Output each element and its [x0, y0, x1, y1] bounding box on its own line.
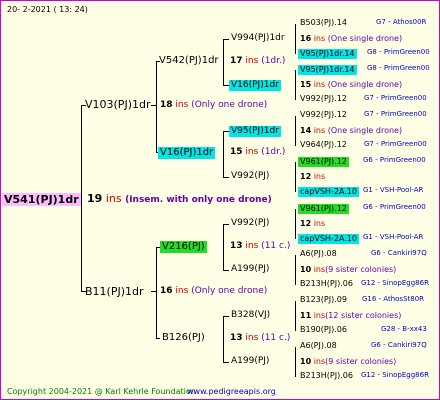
queen-id[interactable]: B213H(PJ).06 — [300, 280, 353, 288]
queen-id[interactable]: capVSH-2A.10 — [298, 187, 359, 197]
queen-id[interactable]: A199(PJ) — [231, 265, 269, 274]
queen-id[interactable]: capVSH-2A.10 — [298, 234, 359, 244]
website-link[interactable]: www.pedigreeapis.org — [187, 388, 276, 396]
tree-line — [223, 316, 229, 317]
breeder-source: G12 - SinopEgg86R — [361, 371, 429, 379]
breeder-source: G7 - Athos00R — [376, 18, 427, 26]
insemination-info: 12 ins — [300, 172, 326, 181]
breeder-source: G8 - PrimGreen00 — [367, 64, 430, 72]
breeder-source: G6 - PrimGreen00 — [363, 156, 426, 164]
breeder-source: G28 - B-xx43 — [381, 325, 427, 333]
insemination-info: 10 ins(9 sister colonies) — [300, 357, 397, 366]
pedigree-page: 20- 2-2021 ( 13: 24) Copyright 2004-2021… — [0, 0, 440, 400]
breeder-source: G12 - SinopEgg86R — [361, 279, 429, 287]
breeder-source: G8 - PrimGreen00 — [367, 48, 430, 56]
queen-id[interactable]: B503(PJ).14 — [300, 19, 347, 27]
insemination-info: 10 ins(9 sister colonies) — [300, 265, 397, 274]
queen-id[interactable]: A6(PJ).08 — [300, 342, 337, 350]
tree-line — [156, 338, 160, 339]
queen-id[interactable]: B190(PJ).06 — [300, 326, 347, 334]
breeder-source: G6 - Cankiri97Q — [371, 249, 427, 257]
root-queen-id[interactable]: V541(PJ)1dr — [2, 193, 81, 206]
insemination-info: 16 ins (Only one drone) — [160, 286, 268, 296]
print-date: 20- 2-2021 ( 13: 24) — [7, 5, 88, 14]
tree-line — [295, 116, 296, 146]
insemination-info: 18 ins (Only one drone) — [160, 100, 268, 110]
tree-line — [295, 162, 296, 192]
tree-line — [223, 270, 229, 271]
insemination-info: 12 ins — [300, 219, 326, 228]
queen-id[interactable]: V542(PJ)1dr — [159, 56, 219, 66]
queen-id[interactable]: B213H(PJ).06 — [300, 372, 353, 380]
queen-id[interactable]: V16(PJ)1dr — [158, 147, 216, 159]
tree-line — [223, 39, 224, 85]
tree-line — [295, 255, 296, 285]
queen-id[interactable]: B11(PJ)1dr — [85, 286, 144, 297]
insemination-info: 15 ins (1dr.) — [230, 147, 286, 157]
tree-line — [223, 224, 224, 270]
breeder-source: G6 - PrimGreen00 — [363, 203, 426, 211]
queen-id[interactable]: V992(PJ).12 — [300, 111, 347, 119]
tree-line — [151, 105, 156, 106]
tree-line — [223, 224, 229, 225]
queen-id[interactable]: V103(PJ)1dr — [85, 99, 150, 110]
queen-id[interactable]: B328(VJ) — [231, 311, 270, 320]
tree-line — [295, 301, 296, 331]
tree-line — [223, 362, 229, 363]
tree-line — [223, 177, 229, 178]
queen-id[interactable]: V216(PJ) — [160, 241, 207, 253]
queen-id[interactable]: B126(PJ) — [162, 333, 205, 343]
queen-id[interactable]: V16(PJ)1dr — [229, 80, 281, 91]
ins-label: ins — [105, 192, 122, 205]
breeder-source: G1 - VSH-Pool-AR — [363, 233, 424, 241]
insemination-info: 16 ins (One single drone) — [300, 34, 403, 43]
queen-id[interactable]: V95(PJ)1dr.14 — [298, 65, 357, 75]
tree-line — [223, 131, 224, 177]
queen-id[interactable]: V95(PJ)1dr.14 — [298, 49, 357, 59]
queen-id[interactable]: V961(PJ).12 — [298, 157, 349, 167]
insemination-info: 17 ins (1dr.) — [230, 56, 286, 66]
tree-line — [295, 209, 296, 239]
breeder-source: G7 - PrimGreen00 — [364, 94, 427, 102]
ins-count: 19 — [87, 192, 103, 205]
tree-line — [223, 316, 224, 362]
copyright: Copyright 2004-2021 @ Karl Kehrle Founda… — [7, 387, 196, 396]
queen-id[interactable]: B123(PJ).09 — [300, 296, 347, 304]
insemination-info: 11 ins(12 sister colonies) — [300, 311, 402, 320]
queen-id[interactable]: A199(PJ) — [231, 357, 269, 366]
breeder-source: G7 - PrimGreen00 — [364, 140, 427, 148]
tree-line — [81, 105, 82, 292]
breeder-source: G16 - AthosSt80R — [362, 295, 425, 303]
insemination-info: 13 ins (11 c.) — [230, 241, 291, 251]
queen-id[interactable]: V994(PJ)1dr — [231, 34, 285, 43]
queen-id[interactable]: V964(PJ).12 — [300, 141, 347, 149]
root-insemination: 19 ins (Insem. with only one drone) — [87, 193, 272, 205]
tree-line — [295, 347, 296, 377]
queen-id[interactable]: V992(PJ).12 — [300, 95, 347, 103]
tree-line — [151, 291, 156, 292]
ins-note: (Insem. with only one drone) — [125, 195, 272, 205]
breeder-source: G7 - PrimGreen00 — [364, 110, 427, 118]
breeder-source: G6 - Cankiri97Q — [371, 341, 427, 349]
tree-line — [156, 61, 157, 152]
tree-line — [223, 39, 229, 40]
breeder-source: G1 - VSH-Pool-AR — [363, 186, 424, 194]
queen-id[interactable]: V961(PJ).12 — [298, 204, 349, 214]
queen-id[interactable]: A6(PJ).08 — [300, 250, 337, 258]
insemination-info: 14 ins (One single drone) — [300, 126, 403, 135]
queen-id[interactable]: V95(PJ)1dr — [229, 126, 281, 137]
insemination-info: 15 ins (One single drone) — [300, 80, 403, 89]
tree-line — [295, 70, 296, 100]
tree-line — [295, 24, 296, 54]
insemination-info: 13 ins (11 c.) — [230, 333, 291, 343]
tree-line — [156, 247, 157, 338]
queen-id[interactable]: V992(PJ) — [231, 172, 269, 181]
queen-id[interactable]: V992(PJ) — [231, 219, 269, 228]
